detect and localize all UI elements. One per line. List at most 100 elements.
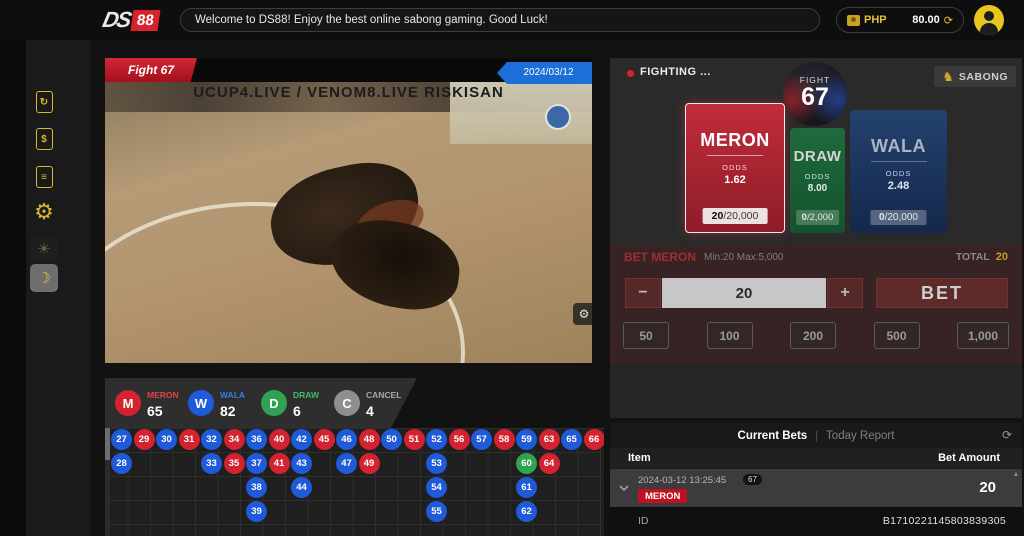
video-arena-logo <box>545 104 571 130</box>
history-cell: 54 <box>426 477 447 498</box>
dark-mode-toggle[interactable]: ☽ <box>30 264 58 292</box>
wala-bet-card[interactable]: WALA ODDS 2.48 0/20,000 <box>850 110 947 233</box>
sidebar-edge <box>0 40 26 536</box>
stat-label: CANCEL <box>366 390 401 400</box>
history-cell: 61 <box>516 477 537 498</box>
draw-odds-value: 8.00 <box>790 183 845 194</box>
app-root: DS 88 Welcome to DS88! Enjoy the best on… <box>0 0 1024 536</box>
history-cell: 28 <box>111 453 132 474</box>
balance-refresh-icon[interactable]: ⟳ <box>944 14 953 27</box>
history-cell: 37 <box>246 453 267 474</box>
chip-500[interactable]: 500 <box>874 322 920 349</box>
stat-value: 82 <box>220 403 236 419</box>
odds-label: ODDS <box>850 169 947 178</box>
history-cell: 40 <box>269 429 290 450</box>
stat-meron[interactable]: M MERON 65 <box>115 385 188 420</box>
bets-column-header: Item Bet Amount <box>610 448 1022 468</box>
rooster-icon: ♞ <box>942 69 954 85</box>
live-video-player[interactable]: UCUP4.LIVE / VENOM8.LIVE RISKISAN ⚙ <box>105 82 592 363</box>
card-divider <box>871 161 927 162</box>
chip-200[interactable]: 200 <box>790 322 836 349</box>
history-cell: 55 <box>426 501 447 522</box>
bet-amount-input[interactable] <box>662 278 826 308</box>
ds88-logo[interactable]: DS 88 <box>103 7 158 33</box>
odds-label: ODDS <box>790 172 845 181</box>
stat-wala[interactable]: W WALA 82 <box>188 385 261 420</box>
top-bar: DS 88 Welcome to DS88! Enjoy the best on… <box>0 0 1024 40</box>
history-cell: 58 <box>494 429 515 450</box>
meron-pool-pill: 20/20,000 <box>703 208 768 224</box>
moon-icon: ☽ <box>37 269 50 287</box>
announcement-marquee: Welcome to DS88! Enjoy the best online s… <box>180 8 820 32</box>
history-cell: 49 <box>359 453 380 474</box>
sidebar-item-bet-records[interactable]: $ <box>31 126 57 152</box>
tab-today-report[interactable]: Today Report <box>826 430 894 442</box>
results-summary-bar: M MERON 65 W WALA 82 D DRAW 6 C CANCEL 4 <box>105 378 417 428</box>
chip-50[interactable]: 50 <box>623 322 669 349</box>
draw-pool-pill: 0/2,000 <box>796 210 840 225</box>
replay-document-icon: ↻ <box>36 91 53 113</box>
bet-amount-value: 20 <box>979 479 996 496</box>
meron-my-bet: 20 <box>712 210 724 222</box>
wala-pool-pill: 0/20,000 <box>870 210 927 225</box>
user-avatar[interactable] <box>974 5 1004 35</box>
rules-document-icon: ≡ <box>36 166 53 188</box>
bet-side-title: BET MERON <box>624 250 696 264</box>
stat-draw[interactable]: D DRAW 6 <box>261 385 334 420</box>
video-settings-button[interactable]: ⚙ <box>573 303 592 325</box>
history-cell: 30 <box>156 429 177 450</box>
balance-pill[interactable]: PHP 80.00 ⟳ <box>836 7 964 33</box>
meron-bet-card[interactable]: MERON ODDS 1.62 20/20,000 <box>685 103 785 233</box>
video-watermark: UCUP4.LIVE / VENOM8.LIVE RISKISAN <box>105 84 592 101</box>
history-scrollbar[interactable] <box>105 428 110 536</box>
stat-label: WALA <box>220 390 245 400</box>
bets-tabs: Current Bets | Today Report <box>610 423 1022 448</box>
bet-id-label: ID <box>638 515 649 527</box>
left-sidebar: ↻ $ ≡ ⚙ ☀ ☽ <box>0 40 90 536</box>
sidebar-item-replays[interactable]: ↻ <box>31 89 57 115</box>
wala-odds-value: 2.48 <box>850 180 947 192</box>
history-scrollbar-thumb[interactable] <box>105 428 110 460</box>
status-dot <box>627 70 634 77</box>
bets-scrollbar[interactable]: ▲ <box>1012 471 1020 505</box>
settings-gear-icon: ⚙ <box>34 199 54 225</box>
history-grid: 2728293031323334353637383940414243444546… <box>105 428 604 536</box>
history-cell: 36 <box>246 429 267 450</box>
bets-refresh-icon[interactable]: ⟳ <box>1002 428 1012 442</box>
stat-cancel[interactable]: C CANCEL 4 <box>334 385 407 420</box>
light-mode-toggle[interactable]: ☀ <box>30 236 58 262</box>
current-bets-panel: Current Bets | Today Report ⟳ Item Bet A… <box>610 423 1022 536</box>
history-cell: 50 <box>381 429 402 450</box>
increase-bet-button[interactable]: + <box>827 278 863 308</box>
stat-label: MERON <box>147 390 179 400</box>
decrease-bet-button[interactable]: − <box>625 278 661 308</box>
stat-circle: C <box>334 390 360 416</box>
place-bet-button[interactable]: BET <box>876 278 1008 308</box>
bet-row[interactable]: 2024-03-12 13:25:45 67 MERON 20 <box>610 469 1022 507</box>
total-label: TOTAL <box>956 251 990 263</box>
chip-1000[interactable]: 1,000 <box>957 322 1009 349</box>
chip-100[interactable]: 100 <box>707 322 753 349</box>
history-cell: 48 <box>359 429 380 450</box>
bet-limits: Min:20 Max:5,000 <box>704 252 784 263</box>
history-cell: 31 <box>179 429 200 450</box>
history-cell: 39 <box>246 501 267 522</box>
history-cell: 63 <box>539 429 560 450</box>
sidebar-item-settings[interactable]: ⚙ <box>31 199 57 225</box>
card-divider <box>707 155 763 156</box>
draw-pool-max: /2,000 <box>807 212 833 223</box>
money-icon <box>847 15 860 26</box>
total-value: 20 <box>996 251 1008 263</box>
meron-card-name: MERON <box>686 130 784 151</box>
history-cell: 32 <box>201 429 222 450</box>
history-cell: 33 <box>201 453 222 474</box>
history-cell: 47 <box>336 453 357 474</box>
tab-current-bets[interactable]: Current Bets <box>738 430 808 442</box>
draw-bet-card[interactable]: DRAW ODDS 8.00 0/2,000 <box>790 128 845 233</box>
balance-value: 80.00 <box>912 14 940 26</box>
stream-timestamp-badge: 2024/03/12 13:26:10 <box>497 62 592 84</box>
chevron-down-icon <box>618 483 630 493</box>
sidebar-item-rules[interactable]: ≡ <box>31 164 57 190</box>
meron-odds-value: 1.62 <box>686 174 784 186</box>
stat-value: 65 <box>147 403 163 419</box>
